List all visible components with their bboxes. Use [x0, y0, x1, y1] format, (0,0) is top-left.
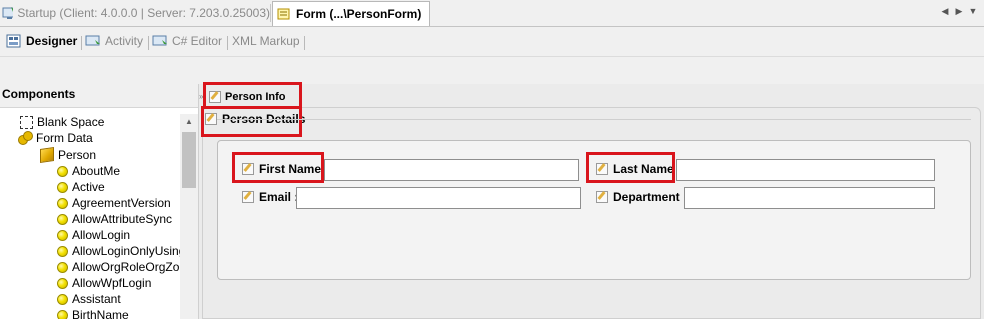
field-icon	[57, 229, 68, 241]
tree-item-label: AllowLoginOnlyUsing	[72, 244, 180, 258]
form-icon	[277, 8, 290, 20]
components-panel: Components Blank Space Form Data Person …	[0, 84, 199, 319]
group-divider	[217, 119, 971, 120]
department-label: Department :	[613, 190, 688, 204]
tree-item-field[interactable]: Active	[57, 179, 105, 195]
field-icon	[57, 245, 68, 257]
form-data-icon	[18, 131, 33, 145]
tab-designer[interactable]: Designer	[6, 34, 77, 48]
blank-space-icon	[20, 115, 33, 129]
tab-content: Person Details First Name : Last Name :	[201, 106, 981, 319]
tree-item-form-data[interactable]: Form Data	[18, 130, 93, 146]
tree-item-field[interactable]: AboutMe	[57, 163, 120, 179]
tab-xml-markup[interactable]: XML Markup	[232, 34, 300, 48]
tree-item-field[interactable]: AgreementVersion	[57, 195, 171, 211]
tab-activity[interactable]: Activity	[85, 34, 143, 48]
tab-dropdown-icon[interactable]: ▼	[968, 6, 978, 17]
tab-activity-label: Activity	[105, 34, 144, 48]
field-icon	[57, 261, 68, 273]
tree-item-label: Form Data	[36, 131, 93, 145]
scrollbar-thumb[interactable]	[182, 132, 196, 188]
view-tab-separator	[148, 36, 149, 50]
email-input[interactable]	[296, 187, 581, 209]
tree-item-field[interactable]: AllowLoginOnlyUsing	[57, 243, 180, 259]
tree-item-label: Blank Space	[37, 115, 105, 129]
department-input[interactable]	[684, 187, 935, 209]
tab-csharp-editor[interactable]: C# Editor	[152, 34, 222, 48]
tab-divider	[270, 4, 271, 22]
field-department-label: Department :	[596, 186, 687, 208]
email-label: Email :	[259, 190, 299, 204]
highlight-person-details	[201, 106, 302, 137]
components-scrollbar[interactable]: ▲	[180, 114, 198, 319]
field-icon	[57, 165, 68, 177]
last-name-input[interactable]	[676, 159, 935, 181]
field-icon	[57, 293, 68, 305]
tree-item-label: AllowWpfLogin	[72, 276, 152, 290]
field-icon	[57, 197, 68, 209]
tab-csharp-editor-label: C# Editor	[172, 34, 223, 48]
tree-item-label: BirthName	[72, 308, 129, 319]
tree-item-field[interactable]: AllowAttributeSync	[57, 211, 172, 227]
tab-person-form-label: Form (...\PersonForm)	[296, 7, 422, 21]
tree-item-field[interactable]: AllowWpfLogin	[57, 275, 151, 291]
highlight-first-name	[232, 152, 324, 183]
tab-navigation: ◀ ▶ ▼	[940, 6, 978, 17]
tree-item-field[interactable]: BirthName	[57, 307, 129, 319]
person-entity-icon	[40, 147, 54, 163]
tree-item-field[interactable]: AllowLogin	[57, 227, 130, 243]
field-icon	[57, 181, 68, 193]
first-name-input[interactable]	[324, 159, 579, 181]
tree-item-field[interactable]: Assistant	[57, 291, 121, 307]
field-icon	[57, 277, 68, 289]
scroll-left-icon[interactable]: ◀	[940, 6, 950, 17]
tab-xml-markup-label: XML Markup	[232, 34, 300, 48]
tree-item-label: Assistant	[72, 292, 121, 306]
edit-icon	[596, 191, 608, 203]
edit-icon	[242, 191, 254, 203]
tree-item-label: AgreementVersion	[72, 196, 171, 210]
components-tree: Blank Space Form Data Person AboutMe Act…	[0, 114, 180, 319]
tab-designer-label: Designer	[26, 34, 78, 48]
tree-item-person[interactable]: Person	[40, 147, 96, 163]
field-icon	[57, 309, 68, 319]
view-tab-separator	[304, 36, 305, 50]
field-icon	[57, 213, 68, 225]
designer-window: Startup (Client: 4.0.0.0 | Server: 7.203…	[0, 0, 984, 319]
tree-item-field[interactable]: AllowOrgRoleOrgZo	[57, 259, 179, 275]
designer-icon	[6, 34, 21, 48]
group-person-details: First Name : Last Name : Email : Departm…	[217, 140, 971, 280]
tree-item-label: AboutMe	[72, 164, 121, 178]
tab-startup[interactable]: Startup (Client: 4.0.0.0 | Server: 7.203…	[0, 1, 270, 25]
tab-person-form[interactable]: Form (...\PersonForm)	[272, 1, 430, 26]
view-tab-separator	[227, 36, 228, 50]
design-surface: » Person Info Person Details First Name …	[199, 82, 984, 319]
tree-item-label: AllowLogin	[72, 228, 131, 242]
components-title: Components	[0, 84, 198, 108]
tree-item-blank-space[interactable]: Blank Space	[20, 114, 104, 130]
highlight-last-name	[586, 152, 675, 183]
document-tab-strip: Startup (Client: 4.0.0.0 | Server: 7.203…	[0, 0, 984, 27]
startup-icon	[2, 7, 14, 19]
view-tab-strip: Designer Activity C# Editor XML Markup	[0, 28, 984, 57]
tree-item-label: Active	[72, 180, 105, 194]
tree-item-label: AllowOrgRoleOrgZo	[72, 260, 180, 274]
activity-icon	[85, 35, 100, 46]
tab-startup-label: Startup (Client: 4.0.0.0 | Server: 7.203…	[17, 6, 270, 20]
view-tab-separator	[81, 36, 82, 50]
field-email-label: Email :	[242, 186, 298, 208]
tree-item-label: Person	[58, 148, 97, 162]
scroll-up-icon[interactable]: ▲	[180, 114, 198, 130]
tree-item-label: AllowAttributeSync	[72, 212, 173, 226]
code-editor-icon	[152, 35, 167, 46]
scroll-right-icon[interactable]: ▶	[954, 6, 964, 17]
